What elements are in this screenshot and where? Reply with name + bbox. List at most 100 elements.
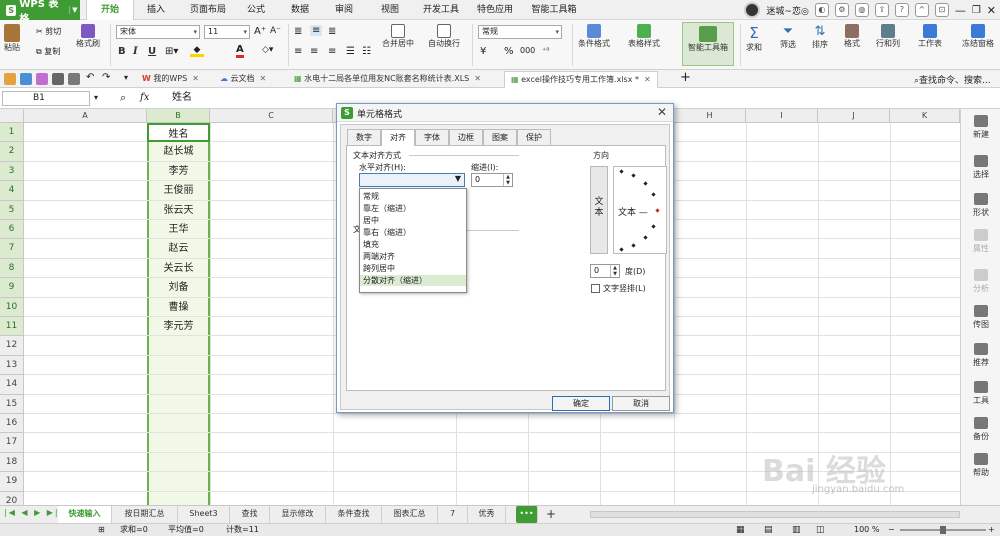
close-icon[interactable]: ✕	[192, 74, 199, 83]
format-painter-button[interactable]: 格式刷	[76, 24, 100, 49]
option-general[interactable]: 常规	[360, 191, 466, 202]
vertical-text-button[interactable]: 文本	[590, 166, 608, 254]
analysis-button[interactable]: 分析	[961, 269, 1000, 294]
align-right-icon[interactable]: ≡	[328, 46, 336, 57]
zoom-slider-thumb[interactable]	[940, 526, 946, 534]
paste-button[interactable]: 粘贴	[4, 24, 20, 53]
justify-icon[interactable]: ☰	[346, 46, 355, 57]
close-icon[interactable]: ✕	[987, 4, 996, 17]
align-top-icon[interactable]: ≣	[294, 26, 302, 37]
undo-icon[interactable]: ↶	[86, 72, 94, 83]
copy-button[interactable]: ⧉ 复制	[36, 46, 60, 57]
row-header[interactable]: 13	[0, 355, 24, 376]
tab-border[interactable]: 边框	[449, 129, 483, 145]
option-fill[interactable]: 填充	[360, 239, 466, 250]
table-cell[interactable]: 李元芳	[147, 317, 210, 336]
dialog-title-bar[interactable]: S 单元格格式 ✕	[337, 104, 673, 122]
tab-smart-toolbox[interactable]: 智能工具箱	[524, 0, 584, 20]
indent-input[interactable]: 0 ▲ ▼	[471, 173, 513, 187]
vertical-text-checkbox[interactable]	[591, 284, 600, 293]
row-header[interactable]: 7	[0, 239, 24, 259]
tab-data[interactable]: 数据	[282, 0, 318, 20]
user-name[interactable]: 迷城~恋◎	[766, 4, 808, 17]
customize-icon[interactable]: ▾	[124, 73, 128, 82]
tab-protection[interactable]: 保护	[517, 129, 551, 145]
shape-button[interactable]: 形状	[961, 193, 1000, 218]
sheet-tab-find[interactable]: 查找	[230, 506, 270, 523]
column-header[interactable]: C	[210, 109, 333, 123]
close-icon[interactable]: ✕	[260, 74, 267, 83]
collapse-ribbon-icon[interactable]: ^	[914, 3, 929, 17]
distributed-icon[interactable]: ☷	[362, 46, 371, 57]
column-header[interactable]: J	[818, 109, 890, 123]
recommend-button[interactable]: 推荐	[961, 343, 1000, 368]
normal-view-icon[interactable]: ▦	[736, 524, 745, 536]
table-cell[interactable]: 赵长城	[147, 142, 210, 161]
font-name-select[interactable]: 宋体	[116, 25, 200, 39]
row-col-button[interactable]: 行和列	[876, 24, 900, 49]
page-break-icon[interactable]: ▥	[792, 524, 801, 536]
grow-font-icon[interactable]: A⁺	[254, 26, 266, 37]
tab-view[interactable]: 视图	[372, 0, 408, 20]
row-header[interactable]: 16	[0, 414, 24, 434]
row-header[interactable]: 20	[0, 491, 24, 505]
sheet-tab-sheet3[interactable]: Sheet3	[178, 506, 230, 523]
tab-developer[interactable]: 开发工具	[416, 0, 466, 20]
sheet-tab-by-date[interactable]: 按日期汇总	[112, 506, 178, 523]
sheet-nav-arrows-icon[interactable]: |◀ ◀ ▶ ▶|	[4, 508, 60, 517]
align-center-icon[interactable]: ≡	[310, 46, 318, 57]
option-right-indent[interactable]: 靠右（缩进）	[360, 227, 466, 238]
command-search[interactable]: ⌕查找命令、搜索...	[914, 73, 991, 86]
format-button[interactable]: 格式	[844, 24, 860, 49]
row-header[interactable]: 12	[0, 336, 24, 356]
minimize-icon[interactable]: —	[955, 4, 966, 17]
tab-number[interactable]: 数字	[347, 129, 381, 145]
option-center[interactable]: 居中	[360, 215, 466, 226]
conditional-format-button[interactable]: 条件格式	[578, 24, 610, 49]
ok-button[interactable]: 确定	[552, 396, 610, 411]
close-icon[interactable]: ✕	[474, 74, 481, 83]
zoom-level[interactable]: 100 %	[854, 524, 879, 536]
doc-tab-excel-tips[interactable]: ▦ excel操作技巧专用工作簿.xlsx * ✕	[504, 71, 658, 88]
tab-alignment[interactable]: 对齐	[381, 129, 415, 146]
option-center-across[interactable]: 跨列居中	[360, 263, 466, 274]
active-cell[interactable]: 姓名	[147, 123, 210, 143]
page-layout-icon[interactable]: ▤	[764, 524, 773, 536]
wrap-text-button[interactable]: 自动换行	[428, 24, 460, 49]
tab-review[interactable]: 审阅	[326, 0, 362, 20]
table-cell[interactable]: 李芳	[147, 162, 210, 181]
option-left-indent[interactable]: 靠左（缩进）	[360, 203, 466, 214]
spin-down-icon[interactable]: ▼	[503, 180, 512, 186]
row-header[interactable]: 17	[0, 433, 24, 453]
row-header[interactable]: 1	[0, 123, 24, 143]
tab-formulas[interactable]: 公式	[238, 0, 274, 20]
tab-font[interactable]: 字体	[415, 129, 449, 145]
option-distributed-indent[interactable]: 分散对齐（缩进）	[360, 275, 466, 286]
halign-select[interactable]: ▼	[359, 173, 465, 187]
italic-button[interactable]: I	[133, 46, 138, 57]
help-button[interactable]: 帮助	[961, 453, 1000, 478]
row-header[interactable]: 2	[0, 142, 24, 162]
decimal-icon[interactable]: ⁺⁰	[542, 46, 549, 55]
row-header[interactable]: 5	[0, 200, 24, 220]
avatar[interactable]	[744, 2, 761, 18]
table-cell[interactable]: 刘备	[147, 278, 210, 297]
row-header[interactable]: 19	[0, 472, 24, 492]
sheet-tab-conditional-find[interactable]: 条件查找	[326, 506, 382, 523]
tab-special[interactable]: 特色应用	[470, 0, 520, 20]
sum-button[interactable]: Σ 求和	[746, 24, 762, 53]
chevron-down-icon[interactable]: ▼	[68, 6, 80, 14]
smart-toolbox-button[interactable]: 智能工具箱	[682, 22, 734, 66]
close-icon[interactable]: ✕	[644, 75, 651, 84]
row-header[interactable]: 10	[0, 297, 24, 317]
preview-icon[interactable]	[68, 73, 80, 85]
restore-icon[interactable]: ❐	[972, 5, 981, 16]
more-sheets-button[interactable]: •••	[516, 506, 538, 523]
row-header[interactable]: 18	[0, 452, 24, 473]
column-header[interactable]: H	[674, 109, 746, 123]
sheet-tab-excellent[interactable]: 优秀	[468, 506, 506, 523]
table-cell[interactable]: 赵云	[147, 239, 210, 258]
cancel-button[interactable]: 取消	[612, 396, 670, 411]
table-cell[interactable]: 曹操	[147, 298, 210, 317]
font-size-select[interactable]: 11	[204, 25, 250, 39]
